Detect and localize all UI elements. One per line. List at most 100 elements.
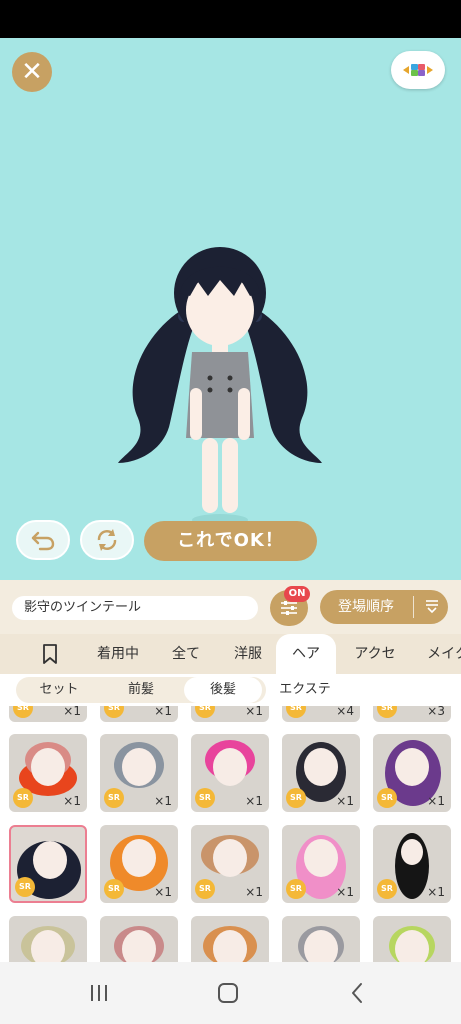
- mannequin-head: [213, 930, 247, 962]
- item-card[interactable]: SR ×1: [191, 825, 269, 903]
- item-quantity: ×1: [154, 794, 172, 808]
- close-icon: ✕: [21, 57, 43, 87]
- rarity-badge: SR: [195, 879, 215, 899]
- avatar-figure: [118, 247, 322, 526]
- tab-clothes[interactable]: 洋服: [222, 634, 274, 674]
- item-card[interactable]: SR ×1: [282, 825, 360, 903]
- refresh-icon: [97, 529, 117, 551]
- item-card[interactable]: [282, 916, 360, 962]
- rarity-badge: SR: [377, 706, 397, 718]
- sort-divider: [413, 596, 414, 618]
- mannequin-head: [31, 748, 65, 786]
- rarity-badge: SR: [15, 877, 35, 897]
- subtab-bangs[interactable]: 前髪: [104, 677, 178, 703]
- undo-icon: [31, 531, 55, 551]
- tab-makeup[interactable]: メイク: [418, 634, 461, 674]
- item-card[interactable]: SR ×1: [191, 734, 269, 812]
- mannequin-head: [401, 839, 423, 865]
- item-card[interactable]: [373, 916, 451, 962]
- mannequin-head: [304, 930, 338, 962]
- item-card[interactable]: [100, 916, 178, 962]
- rarity-badge: SR: [377, 788, 397, 808]
- item-quantity: ×1: [336, 794, 354, 808]
- item-card[interactable]: [9, 916, 87, 962]
- mannequin-head: [304, 839, 338, 877]
- refresh-button[interactable]: [80, 520, 134, 560]
- mannequin-head: [122, 748, 156, 786]
- mannequin-head: [122, 839, 156, 877]
- rarity-badge: SR: [104, 706, 124, 718]
- sort-label: 登場順序: [338, 599, 394, 615]
- mannequin-head: [213, 748, 247, 786]
- undo-button[interactable]: [16, 520, 70, 560]
- item-card[interactable]: SR ×1: [191, 706, 269, 722]
- tab-all[interactable]: 全て: [160, 634, 212, 674]
- tab-accessories[interactable]: アクセ: [344, 634, 406, 674]
- item-quantity: ×1: [427, 885, 445, 899]
- back-icon: [352, 983, 362, 1003]
- item-card[interactable]: SR ×1: [9, 706, 87, 722]
- recent-apps-icon: [91, 985, 107, 1001]
- rarity-badge: SR: [104, 879, 124, 899]
- close-button[interactable]: ✕: [12, 52, 52, 92]
- item-card-selected[interactable]: SR: [9, 825, 87, 903]
- confirm-ok-button[interactable]: これでOK！: [144, 521, 317, 561]
- recent-apps-button[interactable]: [84, 980, 114, 1006]
- rarity-badge: SR: [286, 788, 306, 808]
- item-card[interactable]: SR ×1: [100, 706, 178, 722]
- tab-wearing[interactable]: 着用中: [86, 634, 150, 674]
- sort-icon: [422, 590, 442, 628]
- item-card[interactable]: [191, 916, 269, 962]
- item-card[interactable]: SR ×1: [100, 734, 178, 812]
- rarity-badge: SR: [286, 706, 306, 718]
- mannequin-head: [122, 930, 156, 962]
- hair-subtabs: セット 前髪 後髪 エクステ: [0, 674, 461, 706]
- subtab-extensions[interactable]: エクステ: [268, 677, 342, 703]
- item-quantity: ×1: [154, 706, 172, 718]
- palette-icon: [403, 64, 433, 76]
- item-quantity: ×1: [154, 885, 172, 899]
- avatar-stage: ✕ これでOK！: [0, 38, 461, 580]
- item-quantity: ×1: [427, 794, 445, 808]
- home-icon: [218, 983, 238, 1003]
- status-bar: [0, 0, 461, 38]
- item-card[interactable]: SR ×1: [373, 825, 451, 903]
- mannequin-head: [213, 839, 247, 877]
- subtab-back-hair[interactable]: 後髪: [184, 677, 262, 703]
- home-button[interactable]: [213, 980, 243, 1006]
- rarity-badge: SR: [286, 879, 306, 899]
- item-name-bar: 影守のツインテール ON 登場順序: [0, 580, 461, 634]
- mannequin-head: [395, 748, 429, 786]
- item-quantity: ×1: [245, 706, 263, 718]
- item-card[interactable]: SR ×1: [9, 734, 87, 812]
- rarity-badge: SR: [195, 788, 215, 808]
- subtab-set[interactable]: セット: [24, 677, 94, 703]
- mannequin-head: [304, 748, 338, 786]
- system-nav-bar: [0, 962, 461, 1024]
- item-card[interactable]: SR ×1: [373, 734, 451, 812]
- sort-button[interactable]: 登場順序: [320, 590, 448, 624]
- item-card[interactable]: SR ×4: [282, 706, 360, 722]
- item-quantity: ×1: [245, 794, 263, 808]
- item-card[interactable]: SR ×3: [373, 706, 451, 722]
- bookmark-icon: [43, 644, 57, 664]
- item-quantity: ×1: [63, 706, 81, 718]
- item-quantity: ×1: [336, 885, 354, 899]
- item-quantity: ×1: [245, 885, 263, 899]
- mannequin-head: [395, 930, 429, 962]
- rarity-badge: SR: [13, 788, 33, 808]
- layout-toggle-button[interactable]: [391, 51, 445, 89]
- back-button[interactable]: [342, 980, 372, 1006]
- item-name-field: 影守のツインテール: [12, 596, 258, 620]
- filter-on-badge: ON: [284, 586, 310, 602]
- item-quantity: ×1: [63, 794, 81, 808]
- rarity-badge: SR: [377, 879, 397, 899]
- tab-bookmark[interactable]: [30, 634, 70, 674]
- tab-hair[interactable]: ヘア: [276, 634, 336, 674]
- item-quantity: ×4: [336, 706, 354, 718]
- item-card[interactable]: SR ×1: [282, 734, 360, 812]
- item-quantity: ×3: [427, 706, 445, 718]
- mannequin-head: [33, 841, 67, 879]
- item-grid: SR ×1 SR ×1 SR ×1 SR ×4 SR ×3 SR ×1 SR ×…: [0, 706, 461, 962]
- item-card[interactable]: SR ×1: [100, 825, 178, 903]
